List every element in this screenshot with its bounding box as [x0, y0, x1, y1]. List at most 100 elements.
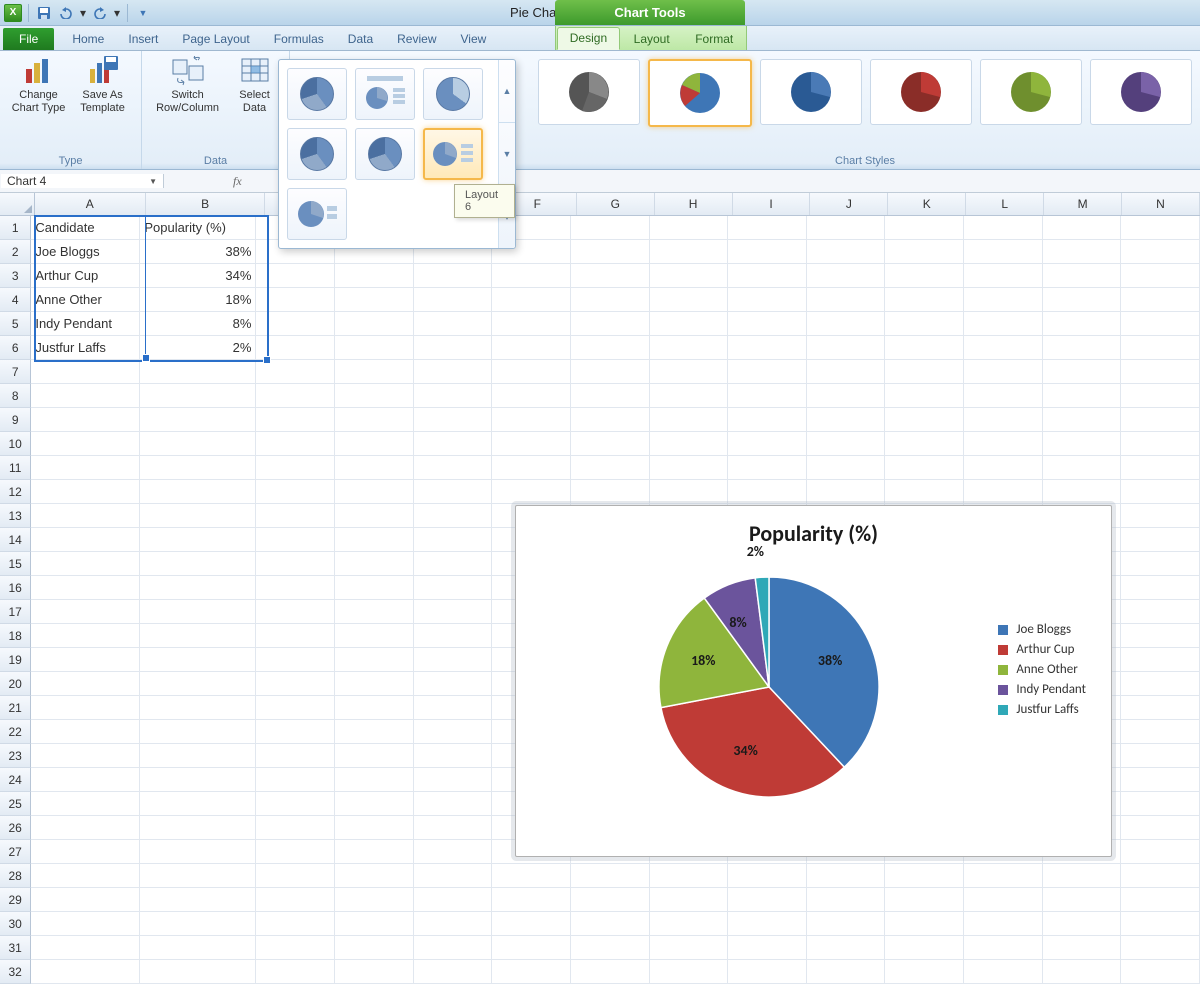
- column-header[interactable]: G: [577, 193, 655, 215]
- legend-item[interactable]: Anne Other: [998, 662, 1086, 677]
- cell[interactable]: [414, 624, 493, 648]
- cell[interactable]: [414, 912, 493, 936]
- row-header[interactable]: 30: [0, 912, 31, 936]
- cell[interactable]: [728, 360, 807, 384]
- cell[interactable]: [807, 480, 886, 504]
- cell[interactable]: [885, 264, 964, 288]
- cell[interactable]: [335, 744, 414, 768]
- cell[interactable]: [1043, 264, 1122, 288]
- cell[interactable]: [414, 672, 493, 696]
- tab-formulas[interactable]: Formulas: [262, 28, 336, 50]
- cell[interactable]: [335, 456, 414, 480]
- column-header[interactable]: H: [655, 193, 733, 215]
- cell[interactable]: [571, 288, 650, 312]
- cell[interactable]: [256, 576, 335, 600]
- column-header[interactable]: I: [733, 193, 811, 215]
- chart-style-4[interactable]: [870, 59, 972, 125]
- column-header[interactable]: N: [1122, 193, 1200, 215]
- cell[interactable]: [31, 768, 140, 792]
- cell[interactable]: [650, 456, 729, 480]
- column-header[interactable]: L: [966, 193, 1044, 215]
- cell[interactable]: [256, 600, 335, 624]
- cell[interactable]: [335, 840, 414, 864]
- name-box-dropdown-icon[interactable]: ▼: [149, 177, 157, 186]
- cell[interactable]: [650, 936, 729, 960]
- cell[interactable]: [335, 408, 414, 432]
- cell[interactable]: [414, 312, 493, 336]
- cell[interactable]: [492, 864, 571, 888]
- cell[interactable]: [335, 312, 414, 336]
- cell[interactable]: [414, 384, 493, 408]
- row-header[interactable]: 25: [0, 792, 31, 816]
- cell[interactable]: [140, 432, 256, 456]
- row-header[interactable]: 26: [0, 816, 31, 840]
- cell[interactable]: [1121, 600, 1200, 624]
- cell[interactable]: [1121, 768, 1200, 792]
- cell[interactable]: [650, 864, 729, 888]
- cell[interactable]: [256, 384, 335, 408]
- cell[interactable]: [964, 312, 1043, 336]
- cell[interactable]: [335, 912, 414, 936]
- cell[interactable]: [414, 528, 493, 552]
- name-box[interactable]: Chart 4 ▼: [1, 174, 164, 188]
- cell[interactable]: [140, 408, 256, 432]
- cell[interactable]: [414, 840, 493, 864]
- cell[interactable]: [1043, 216, 1122, 240]
- cell[interactable]: [571, 936, 650, 960]
- cell[interactable]: [335, 288, 414, 312]
- row-header[interactable]: 5: [0, 312, 31, 336]
- pie-chart[interactable]: 38%34%18%8%2%: [649, 567, 889, 807]
- cell[interactable]: [335, 816, 414, 840]
- cell[interactable]: [414, 576, 493, 600]
- row-header[interactable]: 29: [0, 888, 31, 912]
- cell[interactable]: [964, 216, 1043, 240]
- cell[interactable]: Indy Pendant: [31, 312, 140, 336]
- file-tab[interactable]: File: [3, 28, 54, 50]
- cell[interactable]: [728, 864, 807, 888]
- cell[interactable]: [728, 216, 807, 240]
- tab-design[interactable]: Design: [557, 27, 620, 50]
- cell[interactable]: [964, 408, 1043, 432]
- row-header[interactable]: 20: [0, 672, 31, 696]
- cell[interactable]: [1121, 912, 1200, 936]
- column-header[interactable]: M: [1044, 193, 1122, 215]
- cell[interactable]: [964, 336, 1043, 360]
- cell[interactable]: [807, 360, 886, 384]
- tab-review[interactable]: Review: [385, 28, 448, 50]
- row-header[interactable]: 1: [0, 216, 31, 240]
- cell[interactable]: [256, 648, 335, 672]
- column-header[interactable]: K: [888, 193, 966, 215]
- row-header[interactable]: 32: [0, 960, 31, 984]
- cell[interactable]: [885, 432, 964, 456]
- chart-style-5[interactable]: [980, 59, 1082, 125]
- cell[interactable]: [885, 864, 964, 888]
- cell[interactable]: [492, 264, 571, 288]
- gallery-scroll-up[interactable]: ▲: [499, 60, 515, 122]
- cell[interactable]: [414, 816, 493, 840]
- cell[interactable]: 34%: [140, 264, 256, 288]
- undo-icon[interactable]: [57, 4, 75, 22]
- undo-dropdown-icon[interactable]: ▾: [79, 4, 87, 22]
- cell[interactable]: [256, 888, 335, 912]
- cell[interactable]: [1121, 792, 1200, 816]
- cell[interactable]: [335, 336, 414, 360]
- chart-layout-1[interactable]: [287, 68, 347, 120]
- cell[interactable]: [140, 744, 256, 768]
- cell[interactable]: [1121, 744, 1200, 768]
- cell[interactable]: [335, 264, 414, 288]
- cell[interactable]: [1121, 576, 1200, 600]
- cell[interactable]: [140, 720, 256, 744]
- cell[interactable]: [256, 912, 335, 936]
- cell[interactable]: Popularity (%): [140, 216, 256, 240]
- cell[interactable]: [140, 792, 256, 816]
- cell[interactable]: [414, 456, 493, 480]
- cell[interactable]: [964, 360, 1043, 384]
- cell[interactable]: [31, 840, 140, 864]
- cell[interactable]: [1121, 624, 1200, 648]
- cell[interactable]: [140, 936, 256, 960]
- cell[interactable]: [414, 864, 493, 888]
- row-header[interactable]: 28: [0, 864, 31, 888]
- cell[interactable]: [885, 240, 964, 264]
- cell[interactable]: [140, 624, 256, 648]
- cell[interactable]: [885, 888, 964, 912]
